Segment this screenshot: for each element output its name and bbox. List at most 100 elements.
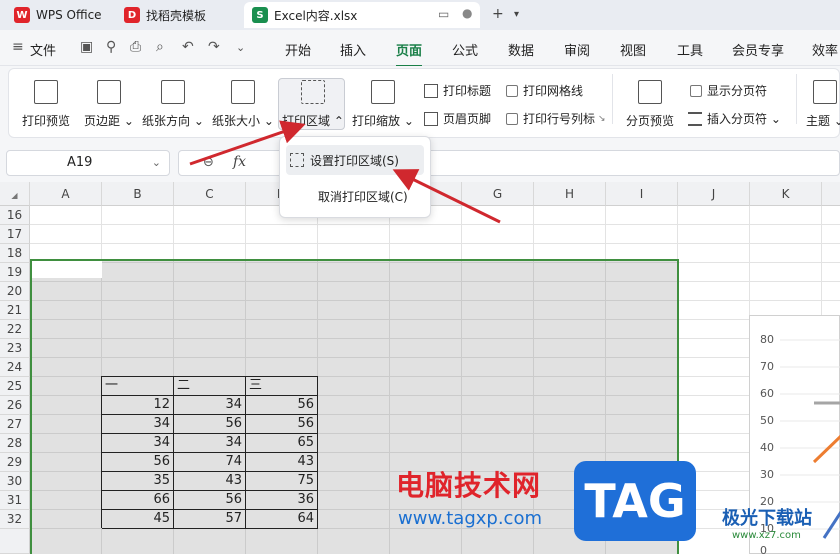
chevron-down-icon[interactable]: ▾	[514, 9, 519, 20]
menu-home[interactable]: 开始	[285, 40, 311, 59]
menu-review[interactable]: 审阅	[564, 40, 590, 59]
redo-icon[interactable]: ↷	[208, 39, 220, 55]
cancel-print-area-menu-item[interactable]: 取消打印区域(C)	[286, 181, 424, 211]
row-header[interactable]: 25	[0, 377, 30, 396]
column-header[interactable]: I	[606, 182, 678, 206]
name-box[interactable]: A19 ⌄	[6, 150, 170, 176]
table-cell[interactable]: 57	[174, 509, 245, 528]
new-tab-plus-icon[interactable]: +	[492, 6, 504, 22]
column-header[interactable]: K	[750, 182, 822, 206]
table-header-cell[interactable]: 二	[174, 376, 245, 395]
page-break-preview-button[interactable]: 分页预览	[626, 80, 674, 129]
row-header[interactable]: 31	[0, 491, 30, 510]
tab-docer[interactable]: D 找稻壳模板	[116, 2, 236, 28]
undo-icon[interactable]: ↶	[182, 39, 194, 55]
row-header[interactable]: 24	[0, 358, 30, 377]
menu-efficiency[interactable]: 效率	[812, 40, 838, 59]
table-cell[interactable]: 45	[102, 509, 173, 528]
menu-tools[interactable]: 工具	[677, 40, 703, 59]
row-header[interactable]: 23	[0, 339, 30, 358]
row-header[interactable]: 22	[0, 320, 30, 339]
table-cell[interactable]: 43	[174, 471, 245, 490]
row-header[interactable]	[0, 529, 30, 554]
table-header-cell[interactable]: 一	[102, 376, 173, 395]
print-area-button[interactable]: 打印区域 ⌃	[282, 80, 344, 129]
print-titles-button[interactable]: 打印标题	[424, 82, 491, 99]
formula-input[interactable]: ⊖ fx	[178, 150, 840, 176]
table-cell[interactable]: 12	[102, 395, 173, 414]
tab-excel-file[interactable]: S Excel内容.xlsx ▭ ●	[244, 2, 480, 28]
margins-button[interactable]: 页边距 ⌄	[84, 80, 134, 129]
header-footer-button[interactable]: 页眉页脚	[424, 110, 491, 127]
zoom-icon[interactable]: ⊖	[203, 155, 214, 170]
row-header[interactable]: 16	[0, 206, 30, 225]
row-header[interactable]: 17	[0, 225, 30, 244]
show-page-breaks-checkbox[interactable]: 显示分页符	[690, 82, 767, 99]
table-cell[interactable]: 64	[246, 509, 317, 528]
print-row-col-checkbox[interactable]: 打印行号列标	[506, 110, 595, 127]
row-header[interactable]: 28	[0, 434, 30, 453]
menu-formulas[interactable]: 公式	[452, 40, 478, 59]
table-cell[interactable]: 65	[246, 433, 317, 452]
row-header[interactable]: 26	[0, 396, 30, 415]
table-cell[interactable]: 36	[246, 490, 317, 509]
dialog-launcher-icon[interactable]: ↘	[598, 114, 606, 124]
table-cell[interactable]: 34	[174, 395, 245, 414]
theme-button[interactable]: 主题 ⌄	[806, 80, 840, 129]
menu-data[interactable]: 数据	[508, 40, 534, 59]
table-cell[interactable]: 56	[102, 452, 173, 471]
paper-size-button[interactable]: 纸张大小 ⌄	[212, 80, 274, 129]
print-gridlines-checkbox[interactable]: 打印网格线	[506, 82, 583, 99]
row-header[interactable]: 29	[0, 453, 30, 472]
table-cell[interactable]: 56	[174, 414, 245, 433]
print-preview-icon[interactable]: ⌕	[156, 39, 164, 55]
monitor-icon[interactable]: ▭	[438, 7, 449, 21]
row-header[interactable]: 32	[0, 510, 30, 529]
table-cell[interactable]: 34	[102, 433, 173, 452]
menu-view[interactable]: 视图	[620, 40, 646, 59]
row-header[interactable]: 30	[0, 472, 30, 491]
row-header[interactable]: 20	[0, 282, 30, 301]
row-header[interactable]: 18	[0, 244, 30, 263]
row-header[interactable]: 21	[0, 301, 30, 320]
row-header[interactable]: 27	[0, 415, 30, 434]
fx-icon[interactable]: fx	[233, 154, 246, 170]
table-cell[interactable]: 75	[246, 471, 317, 490]
menu-page[interactable]: 页面	[396, 40, 423, 67]
table-cell[interactable]: 34	[102, 414, 173, 433]
table-cell[interactable]: 56	[174, 490, 245, 509]
table-cell[interactable]: 43	[246, 452, 317, 471]
hamburger-icon[interactable]: ≡	[12, 39, 24, 55]
column-header[interactable]	[822, 182, 840, 206]
active-cell-a19[interactable]	[32, 261, 102, 278]
column-header[interactable]: J	[678, 182, 750, 206]
select-all-corner[interactable]: ◢	[0, 182, 30, 206]
dot-icon[interactable]: ●	[462, 6, 472, 20]
table-cell[interactable]: 74	[174, 452, 245, 471]
insert-page-break-button[interactable]: 插入分页符 ⌄	[688, 110, 781, 127]
table-cell[interactable]: 34	[174, 433, 245, 452]
table-cell[interactable]: 35	[102, 471, 173, 490]
menu-member[interactable]: 会员专享	[732, 40, 784, 59]
chevron-down-icon[interactable]: ⌄	[152, 156, 161, 169]
print-scale-button[interactable]: 打印缩放 ⌄	[352, 80, 414, 129]
save-icon[interactable]: ▣	[80, 39, 93, 55]
table-header-cell[interactable]: 三	[246, 376, 317, 395]
print-preview-button[interactable]: 打印预览	[22, 80, 70, 129]
table-cell[interactable]: 56	[246, 395, 317, 414]
menu-file[interactable]: 文件	[30, 40, 56, 59]
table-cell[interactable]: 56	[246, 414, 317, 433]
table-cell[interactable]: 66	[102, 490, 173, 509]
tab-wps-office[interactable]: W WPS Office	[6, 2, 110, 28]
column-header[interactable]: A	[30, 182, 102, 206]
column-header[interactable]: B	[102, 182, 174, 206]
column-header[interactable]: H	[534, 182, 606, 206]
more-chevron-icon[interactable]: ⌄	[236, 41, 245, 54]
set-print-area-menu-item[interactable]: 设置打印区域(S)	[286, 145, 424, 175]
menu-insert[interactable]: 插入	[340, 40, 366, 59]
row-header[interactable]: 19	[0, 263, 30, 282]
column-header[interactable]: C	[174, 182, 246, 206]
share-icon[interactable]: ⚲	[106, 39, 116, 55]
print-icon[interactable]: ⎙	[130, 39, 141, 55]
orientation-button[interactable]: 纸张方向 ⌄	[142, 80, 204, 129]
